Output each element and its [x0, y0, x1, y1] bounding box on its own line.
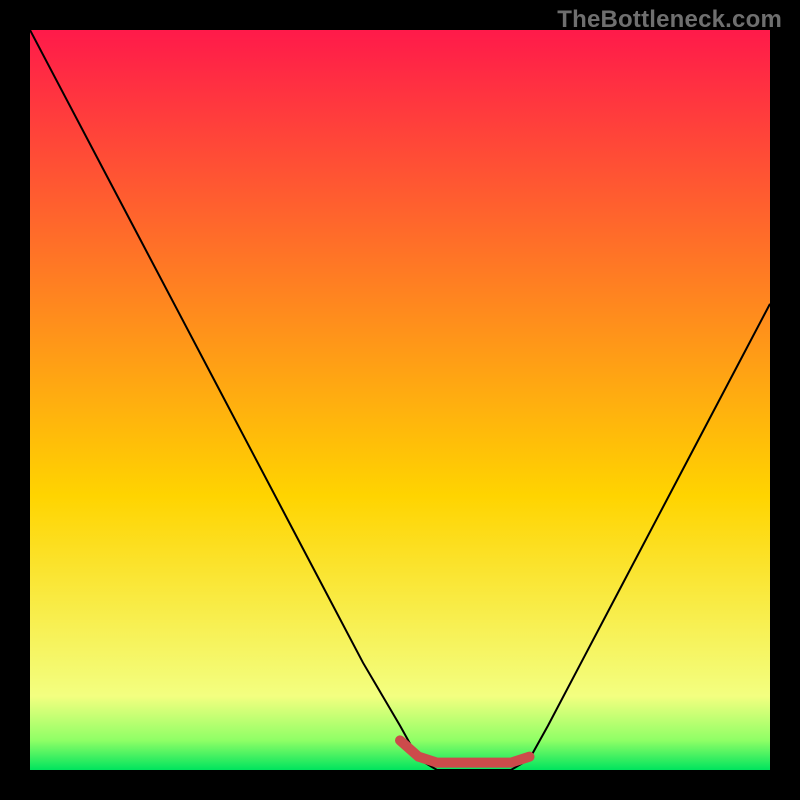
gradient-background [30, 30, 770, 770]
bottleneck-curve-chart [30, 30, 770, 770]
chart-frame: TheBottleneck.com [0, 0, 800, 800]
plot-area [30, 30, 770, 770]
